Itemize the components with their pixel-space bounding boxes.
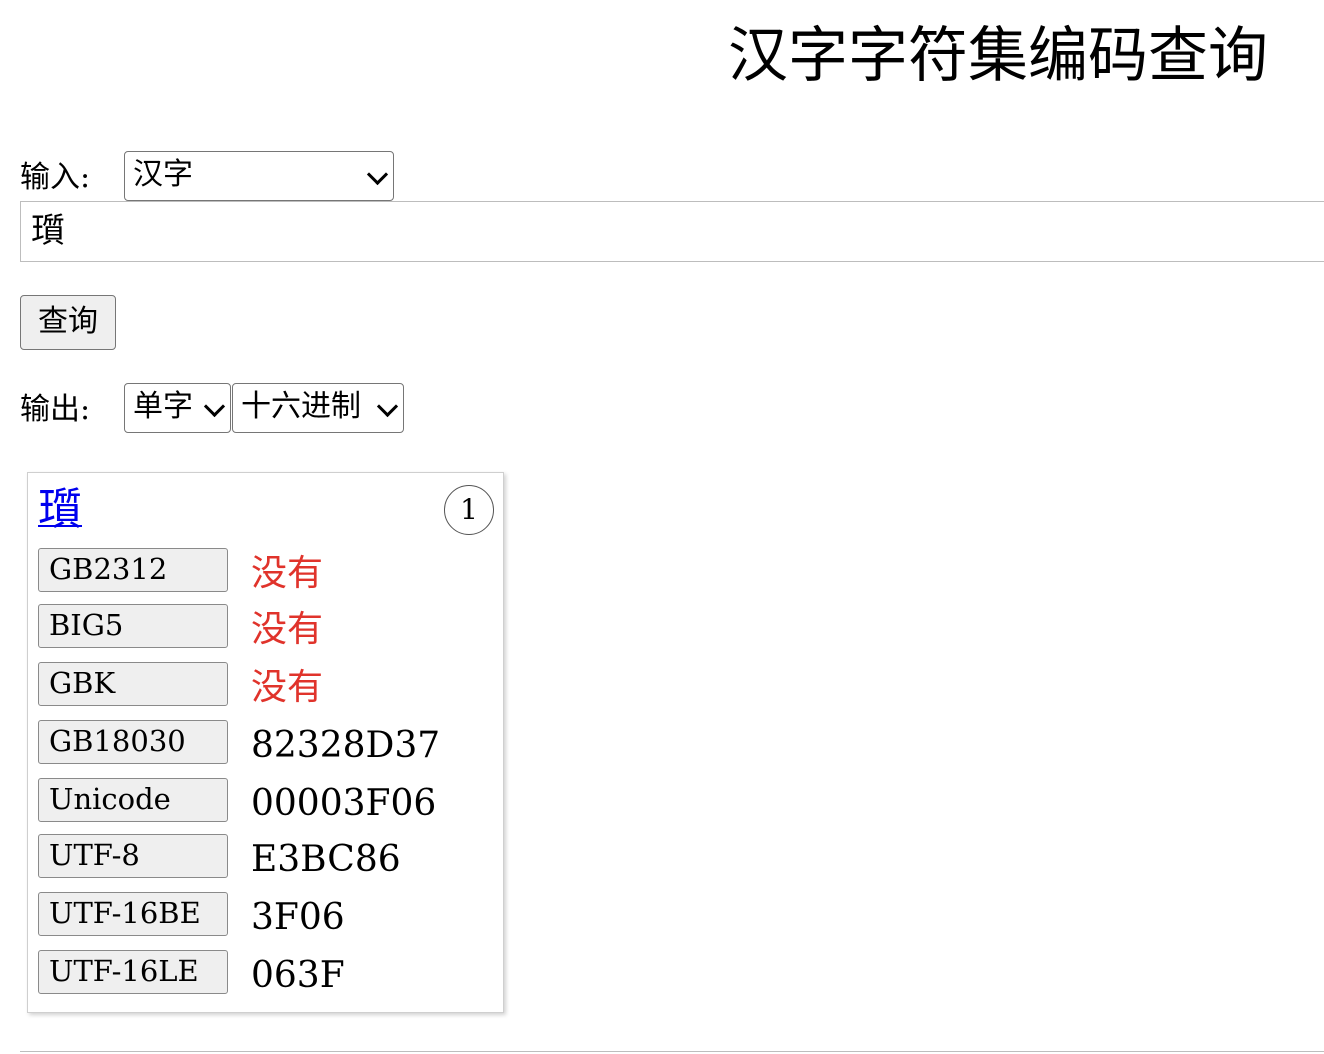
encoding-value: E3BC86	[251, 839, 401, 880]
encoding-row: GB2312 没有	[38, 548, 498, 594]
bottom-divider	[20, 1051, 1324, 1052]
chevron-down-icon	[376, 395, 399, 418]
encoding-button[interactable]: UTF-16BE	[38, 892, 228, 936]
encoding-row: Unicode 00003F06	[38, 778, 498, 824]
encoding-value: 063F	[251, 955, 345, 996]
encoding-row: UTF-8 E3BC86	[38, 834, 498, 880]
output-base-select[interactable]: 十六进制	[232, 383, 404, 433]
input-type-select-value: 汉字	[133, 157, 193, 192]
encoding-button[interactable]: UTF-16LE	[38, 950, 228, 994]
page: 汉字字符集编码查询 输入: 汉字 瓆 查询 输出: 单字 十六进制 瓆 1 GB…	[0, 0, 1324, 1054]
output-label: 输出:	[20, 392, 91, 427]
encoding-button[interactable]: UTF-8	[38, 834, 228, 878]
chevron-down-icon	[366, 163, 389, 186]
output-mode-select-value: 单字	[133, 389, 193, 424]
encoding-value: 3F06	[251, 897, 345, 938]
input-type-select[interactable]: 汉字	[124, 151, 394, 201]
encoding-row: GB18030 82328D37	[38, 720, 498, 766]
encoding-button[interactable]: BIG5	[38, 604, 228, 648]
encoding-button[interactable]: GB18030	[38, 720, 228, 764]
character-input[interactable]: 瓆	[20, 201, 1324, 262]
encoding-value: 82328D37	[251, 725, 441, 766]
output-base-select-value: 十六进制	[241, 389, 361, 424]
encoding-value: 没有	[251, 667, 324, 708]
encoding-value: 没有	[251, 553, 324, 594]
result-index-badge: 1	[444, 485, 494, 535]
query-button[interactable]: 查询	[20, 295, 116, 350]
encoding-row: UTF-16LE 063F	[38, 950, 498, 996]
encoding-button[interactable]: GBK	[38, 662, 228, 706]
result-character-link[interactable]: 瓆	[38, 485, 82, 535]
page-title: 汉字字符集编码查询	[728, 21, 1268, 91]
chevron-down-icon	[203, 395, 226, 418]
output-mode-select[interactable]: 单字	[124, 383, 231, 433]
result-card: 瓆 1 GB2312 没有 BIG5 没有 GBK 没有 GB18030 823…	[27, 472, 504, 1013]
encoding-value: 00003F06	[251, 783, 437, 824]
encoding-button[interactable]: Unicode	[38, 778, 228, 822]
encoding-row: BIG5 没有	[38, 604, 498, 650]
encoding-button[interactable]: GB2312	[38, 548, 228, 592]
encoding-row: GBK 没有	[38, 662, 498, 708]
encoding-row: UTF-16BE 3F06	[38, 892, 498, 938]
input-label: 输入:	[20, 160, 91, 195]
encoding-value: 没有	[251, 609, 324, 650]
